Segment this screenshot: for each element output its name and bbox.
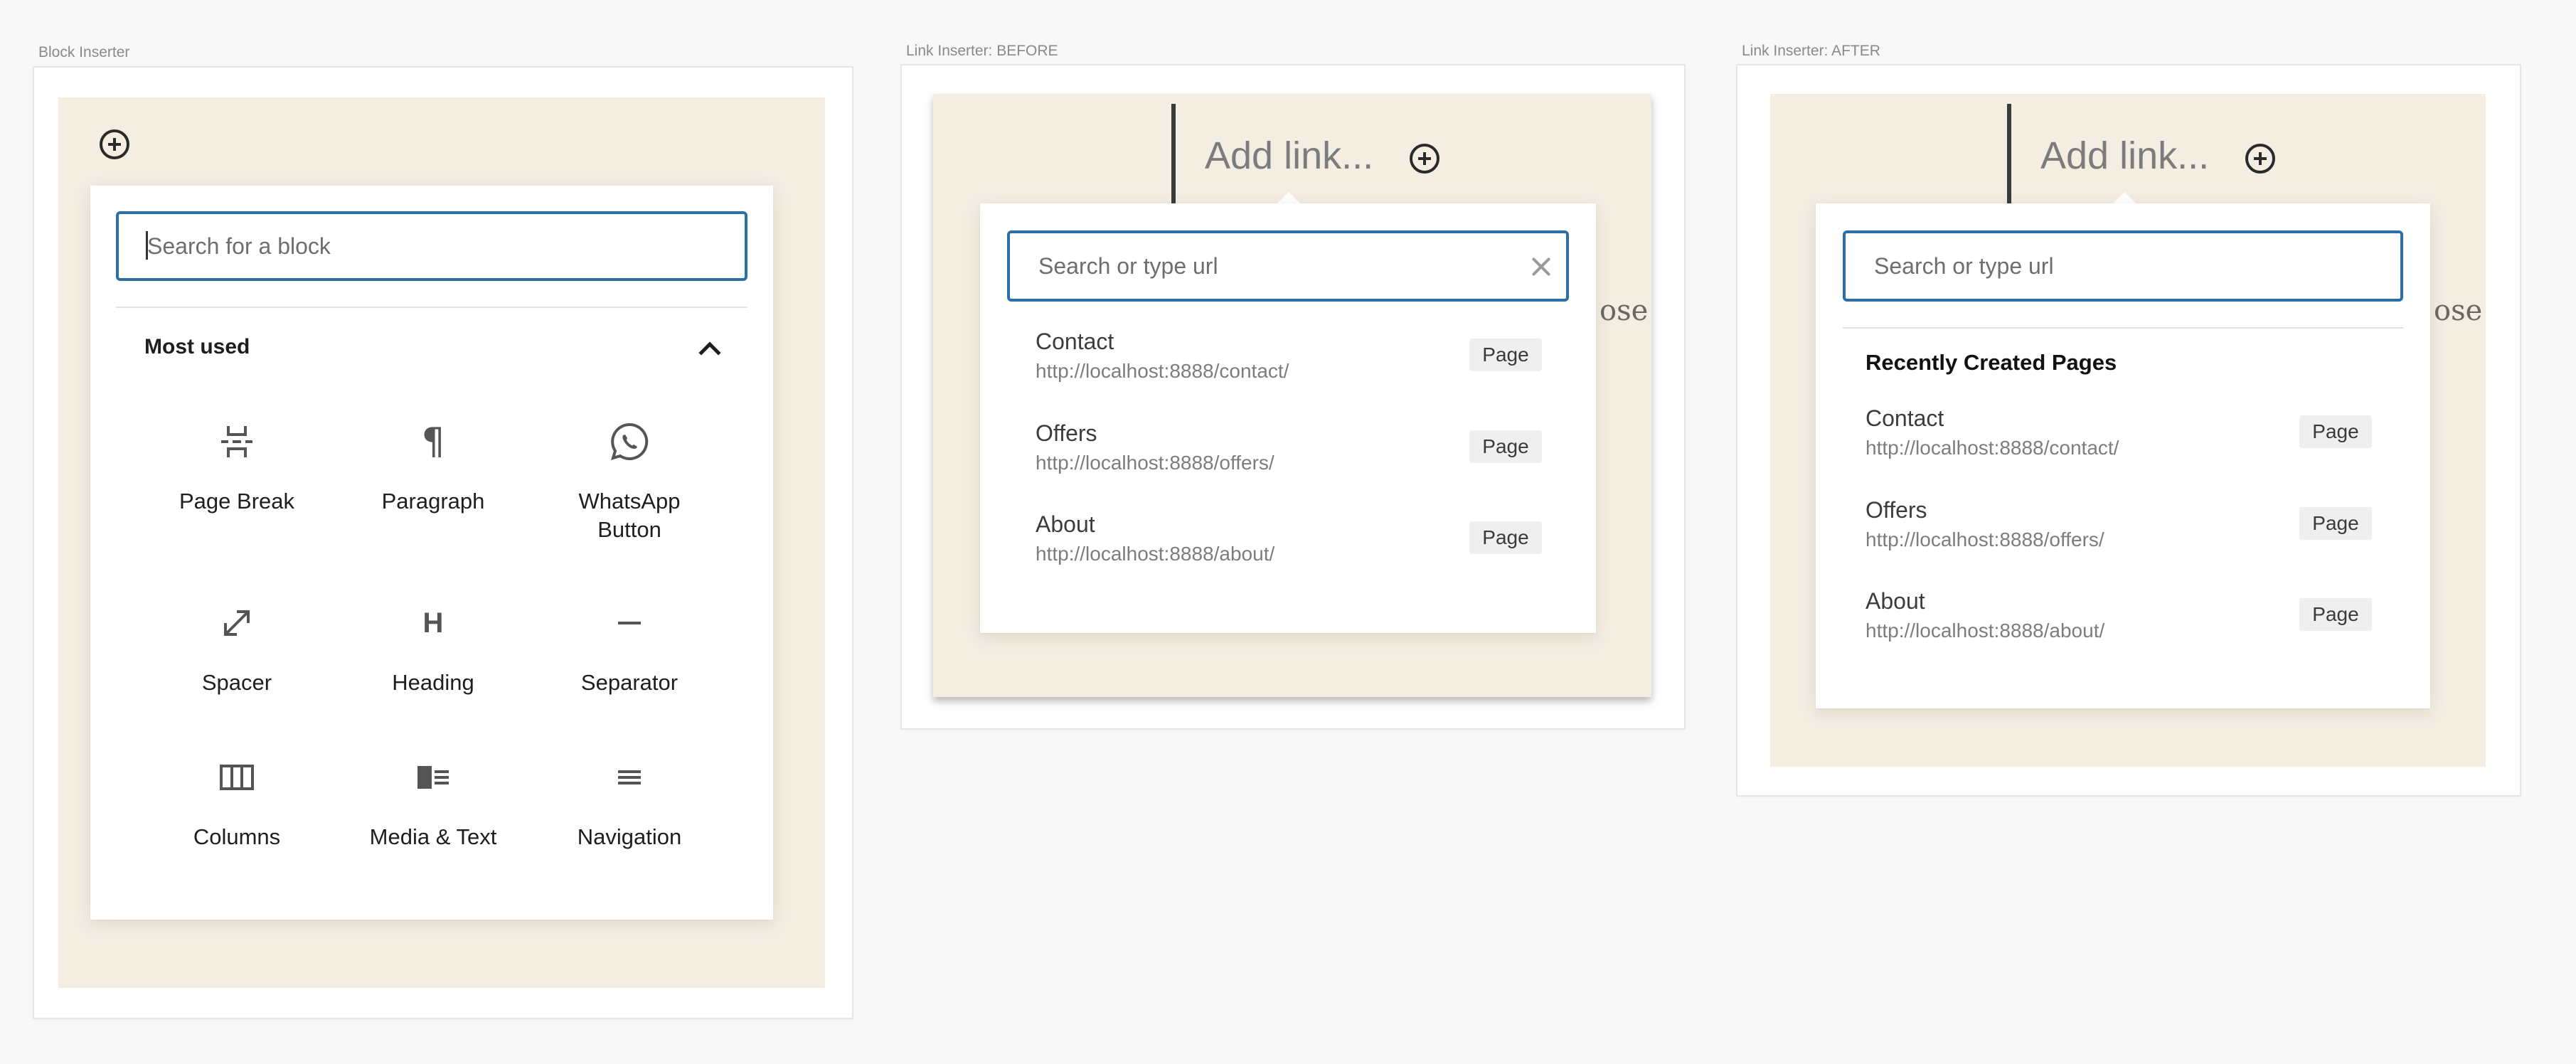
editor-canvas: Search for a block Most used Page Break: [58, 97, 825, 988]
block-search-input[interactable]: Search for a block: [116, 211, 747, 281]
search-divider: [116, 307, 747, 308]
spacer-icon: [214, 600, 260, 646]
block-media-text[interactable]: Media & Text: [348, 755, 518, 868]
result-title: Offers: [1036, 420, 1097, 446]
result-url: http://localhost:8888/about/: [1866, 619, 2105, 642]
search-divider: [1843, 327, 2403, 329]
most-used-heading: Most used: [144, 335, 250, 358]
block-label: Heading: [392, 670, 474, 695]
block-label: Paragraph: [381, 489, 485, 514]
background-text: ose: [2434, 294, 2483, 327]
result-type-badge: Page: [1469, 430, 1542, 463]
block-inserter-popover: Search for a block Most used Page Break: [90, 186, 773, 920]
popover-pointer: [1277, 192, 1300, 203]
link-popover: Search or type url Contact http://localh…: [980, 203, 1596, 633]
result-type-badge: Page: [2299, 598, 2372, 631]
link-search-placeholder: Search or type url: [1038, 252, 1218, 279]
result-url: http://localhost:8888/contact/: [1866, 437, 2119, 459]
result-title: Contact: [1036, 329, 1114, 354]
add-item-icon[interactable]: [2245, 144, 2275, 174]
result-title: About: [1866, 588, 1925, 614]
result-title: About: [1036, 511, 1095, 537]
popover-pointer: [2113, 192, 2136, 203]
result-url: http://localhost:8888/about/: [1036, 543, 1275, 565]
result-type-badge: Page: [1469, 521, 1542, 554]
chevron-up-icon[interactable]: [698, 341, 721, 364]
block-heading[interactable]: H Heading: [348, 600, 518, 714]
link-before-frame: Add link... ose Search or type url Conta…: [902, 65, 1684, 728]
result-type-badge: Page: [1469, 339, 1542, 371]
block-label: Spacer: [201, 670, 272, 695]
nav-insertion-bar: [2007, 104, 2011, 211]
result-url: http://localhost:8888/offers/: [1036, 452, 1274, 474]
frame-label-link-after: Link Inserter: AFTER: [1742, 43, 1880, 59]
add-block-icon[interactable]: [100, 129, 129, 159]
link-search-input[interactable]: Search or type url: [1843, 230, 2403, 302]
columns-icon: [214, 755, 260, 800]
navigation-icon: [607, 755, 652, 800]
link-search-placeholder: Search or type url: [1874, 252, 2054, 279]
heading-icon: H: [422, 607, 444, 639]
block-label: WhatsApp Button: [578, 489, 681, 542]
result-title: Contact: [1866, 405, 1944, 431]
result-title: Offers: [1866, 497, 1927, 523]
block-paragraph[interactable]: ¶ Paragraph: [348, 419, 518, 533]
block-inserter-frame: Search for a block Most used Page Break: [34, 68, 852, 1018]
result-type-badge: Page: [2299, 507, 2372, 540]
paragraph-icon: ¶: [421, 420, 445, 463]
block-columns[interactable]: Columns: [151, 755, 322, 868]
add-link-placeholder[interactable]: Add link...: [1205, 134, 1373, 178]
nav-insertion-bar: [1171, 104, 1176, 211]
block-navigation[interactable]: Navigation: [544, 755, 715, 868]
background-text: ose: [1600, 294, 1649, 327]
link-popover: Search or type url Recently Created Page…: [1816, 203, 2430, 708]
result-type-badge: Page: [2299, 415, 2372, 448]
block-search-placeholder: Search for a block: [147, 233, 331, 259]
block-label: Columns: [193, 824, 281, 849]
block-separator[interactable]: Separator: [544, 600, 715, 714]
block-label: Navigation: [577, 824, 682, 849]
frame-label-block-inserter: Block Inserter: [38, 44, 130, 60]
block-spacer[interactable]: Spacer: [151, 600, 322, 714]
block-label: Separator: [580, 670, 678, 695]
editor-canvas: Add link... ose Search or type url Conta…: [933, 94, 1651, 697]
add-link-placeholder[interactable]: Add link...: [2040, 134, 2209, 178]
result-item[interactable]: Contact http://localhost:8888/contact/ P…: [980, 329, 1596, 407]
block-label: Media & Text: [369, 824, 497, 849]
link-search-input[interactable]: Search or type url: [1007, 230, 1569, 302]
text-cursor: [146, 231, 148, 260]
result-item[interactable]: Offers http://localhost:8888/offers/ Pag…: [980, 420, 1596, 499]
editor-canvas: Add link... ose Search or type url Recen…: [1770, 94, 2486, 767]
separator-icon: [607, 600, 652, 646]
link-after-frame: Add link... ose Search or type url Recen…: [1737, 65, 2520, 795]
clear-icon[interactable]: [1531, 256, 1552, 277]
block-page-break[interactable]: Page Break: [151, 419, 322, 533]
result-url: http://localhost:8888/contact/: [1036, 360, 1289, 382]
whatsapp-icon: [607, 419, 652, 464]
recently-created-heading: Recently Created Pages: [1866, 350, 2117, 375]
add-item-icon[interactable]: [1410, 144, 1439, 174]
result-item[interactable]: About http://localhost:8888/about/ Page: [980, 511, 1596, 590]
page-break-icon: [214, 419, 260, 464]
result-item[interactable]: About http://localhost:8888/about/ Page: [1816, 588, 2430, 666]
result-item[interactable]: Contact http://localhost:8888/contact/ P…: [1816, 405, 2430, 484]
block-label: Page Break: [179, 489, 294, 514]
media-text-icon: [410, 755, 456, 800]
frame-label-link-before: Link Inserter: BEFORE: [906, 43, 1058, 59]
result-item[interactable]: Offers http://localhost:8888/offers/ Pag…: [1816, 497, 2430, 575]
result-url: http://localhost:8888/offers/: [1866, 528, 2104, 550]
block-whatsapp-button[interactable]: WhatsApp Button: [544, 419, 715, 561]
